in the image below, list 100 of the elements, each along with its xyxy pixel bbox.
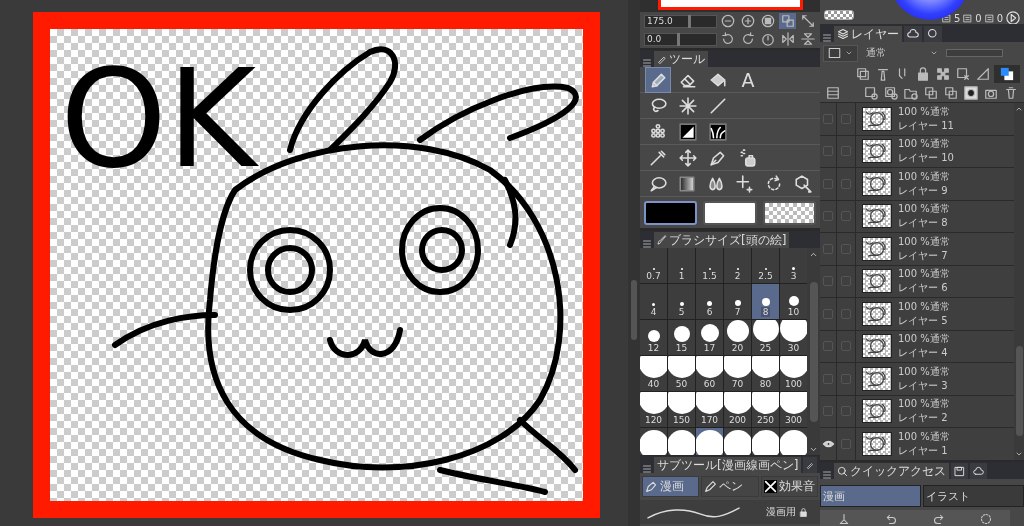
brush-size-option[interactable]: 40 [640, 356, 667, 391]
layer-row[interactable]: 100 %通常 レイヤー 7 [820, 233, 1014, 266]
brush-size-tab[interactable]: ブラシサイズ[頭の絵] [654, 232, 790, 248]
menu-icon[interactable] [642, 240, 652, 248]
sub-tool-group-tab[interactable]: 効果音 [760, 476, 818, 497]
reset-rotation-button[interactable] [759, 31, 777, 47]
brush-size-option[interactable] [780, 428, 807, 455]
tools-tab[interactable]: ツール [654, 51, 708, 67]
rotation-slider[interactable]: 0.0 [644, 32, 718, 46]
scroll-up-icon[interactable] [1015, 105, 1023, 113]
layer-row[interactable]: 100 %通常 レイヤー 8 [820, 200, 1014, 233]
brush-size-option[interactable]: 100 [780, 356, 807, 391]
sub-tool-group-tab[interactable]: 漫画 [642, 476, 700, 497]
play-icon[interactable] [1006, 11, 1020, 24]
foreground-color-swatch[interactable] [644, 201, 698, 225]
brush-size-option[interactable]: 6 [696, 284, 723, 319]
text-tool-button[interactable]: A [736, 67, 760, 92]
brush-size-option[interactable]: 20 [724, 320, 751, 355]
menu-icon[interactable] [822, 34, 832, 42]
expand-button[interactable] [799, 13, 816, 29]
blend-mode-dropdown[interactable]: 通常 [862, 44, 942, 62]
fit-screen-button[interactable] [779, 13, 797, 29]
layer-row[interactable]: 100 %通常 レイヤー 5 [820, 298, 1014, 331]
brush-size-option[interactable]: 50 [668, 356, 695, 391]
layer-row[interactable]: 100 %通常 レイヤー 11 [820, 103, 1014, 136]
brush-size-option[interactable]: 200 [724, 392, 751, 427]
zoom-in-button[interactable] [739, 13, 757, 29]
brush-size-option[interactable]: 2 [724, 248, 751, 283]
quick-access-set[interactable]: 漫画 [820, 485, 921, 507]
brush-size-option[interactable]: 12 [640, 320, 667, 355]
brush-size-option[interactable] [752, 428, 779, 455]
brush-size-option[interactable] [668, 428, 695, 455]
menu-icon[interactable] [642, 465, 652, 473]
layer-row[interactable]: 100 %通常 レイヤー 6 [820, 265, 1014, 298]
brush-size-option[interactable]: 25 [752, 320, 779, 355]
quick-access-set[interactable]: イラスト [923, 485, 1024, 507]
menu-icon[interactable] [642, 59, 652, 67]
brush-size-option[interactable]: 120 [640, 392, 667, 427]
transparent-color-swatch[interactable] [762, 201, 816, 225]
sub-tool-tab[interactable]: サブツール[漫画線画ペン] [654, 457, 802, 473]
layer-tab[interactable]: レイヤー [834, 26, 902, 42]
brush-size-option[interactable]: 17 [696, 320, 723, 355]
scroll-up-icon[interactable] [809, 250, 818, 259]
flip-horizontal-button[interactable] [779, 31, 797, 47]
flip-vertical-button[interactable] [799, 31, 816, 47]
layer-row[interactable]: 100 %通常 レイヤー 2 [820, 395, 1014, 428]
brush-size-option[interactable] [696, 428, 723, 455]
brush-size-option[interactable] [724, 428, 751, 455]
sub-tool-detail-tab[interactable] [803, 457, 818, 473]
brush-size-option[interactable]: 0.7 [640, 248, 667, 283]
layer-color-button[interactable] [994, 64, 1020, 83]
scroll-down-icon[interactable] [809, 445, 818, 454]
panel-tab[interactable] [970, 463, 987, 479]
brush-size-option[interactable]: 250 [752, 392, 779, 427]
scrollbar-thumb[interactable] [1015, 346, 1023, 436]
layer-row[interactable]: 100 %通常 レイヤー 9 [820, 168, 1014, 201]
brush-size-option[interactable]: 10 [780, 284, 807, 319]
scrollbar-thumb[interactable] [631, 280, 637, 340]
panel-tab[interactable] [951, 463, 968, 479]
brush-size-option[interactable]: 170 [696, 392, 723, 427]
scrollbar-thumb[interactable] [809, 282, 818, 422]
slider-thumb[interactable] [676, 32, 680, 46]
zoom-out-button[interactable] [720, 13, 737, 29]
brush-size-option[interactable]: 7 [724, 284, 751, 319]
brush-size-option[interactable]: 15 [668, 320, 695, 355]
layer-row[interactable]: 100 %通常 レイヤー 4 [820, 330, 1014, 363]
mask-create-button[interactable] [962, 83, 980, 102]
loading-icon[interactable] [980, 513, 993, 525]
menu-icon[interactable] [822, 471, 832, 479]
undo-icon[interactable] [885, 513, 898, 525]
checkerboard-canvas[interactable]: OK [33, 12, 600, 518]
layer-row[interactable]: 100 %通常 レイヤー 1 [820, 428, 1014, 460]
brush-size-option[interactable]: 1 [668, 248, 695, 283]
panel-tab[interactable] [924, 26, 942, 42]
stop-button[interactable] [759, 13, 777, 29]
layer-color-dropdown[interactable] [823, 44, 858, 62]
brush-size-option[interactable]: 1.5 [696, 248, 723, 283]
brush-size-option[interactable]: 300 [780, 392, 807, 427]
zoom-slider[interactable]: 175.0 [644, 14, 718, 28]
background-color-swatch[interactable] [703, 201, 757, 225]
slider-thumb[interactable] [688, 14, 692, 28]
panel-tab[interactable] [904, 26, 922, 42]
layer-row[interactable]: 100 %通常 レイヤー 10 [820, 135, 1014, 168]
brush-size-option[interactable]: 8 [752, 284, 779, 319]
layer-row[interactable]: 100 %通常 レイヤー 3 [820, 363, 1014, 396]
brush-size-option[interactable]: 30 [780, 320, 807, 355]
brush-size-option[interactable]: 4 [640, 284, 667, 319]
sub-tool-name[interactable]: 漫画用 [766, 505, 796, 519]
brush-size-option[interactable]: 2.5 [752, 248, 779, 283]
navigator-preview[interactable] [657, 0, 803, 10]
brush-size-option[interactable]: 3 [780, 248, 807, 283]
opacity-slider[interactable] [946, 49, 1003, 57]
sub-tool-group-tab[interactable]: ペン [701, 476, 759, 497]
redo-icon[interactable] [932, 513, 945, 525]
brush-size-option[interactable]: 5 [668, 284, 695, 319]
brush-size-option[interactable]: 70 [724, 356, 751, 391]
transparent-color-swatch[interactable] [824, 10, 854, 20]
quick-access-tab[interactable]: クイックアクセス [834, 463, 949, 479]
brush-size-option[interactable]: 150 [668, 392, 695, 427]
brush-size-option[interactable]: 60 [696, 356, 723, 391]
